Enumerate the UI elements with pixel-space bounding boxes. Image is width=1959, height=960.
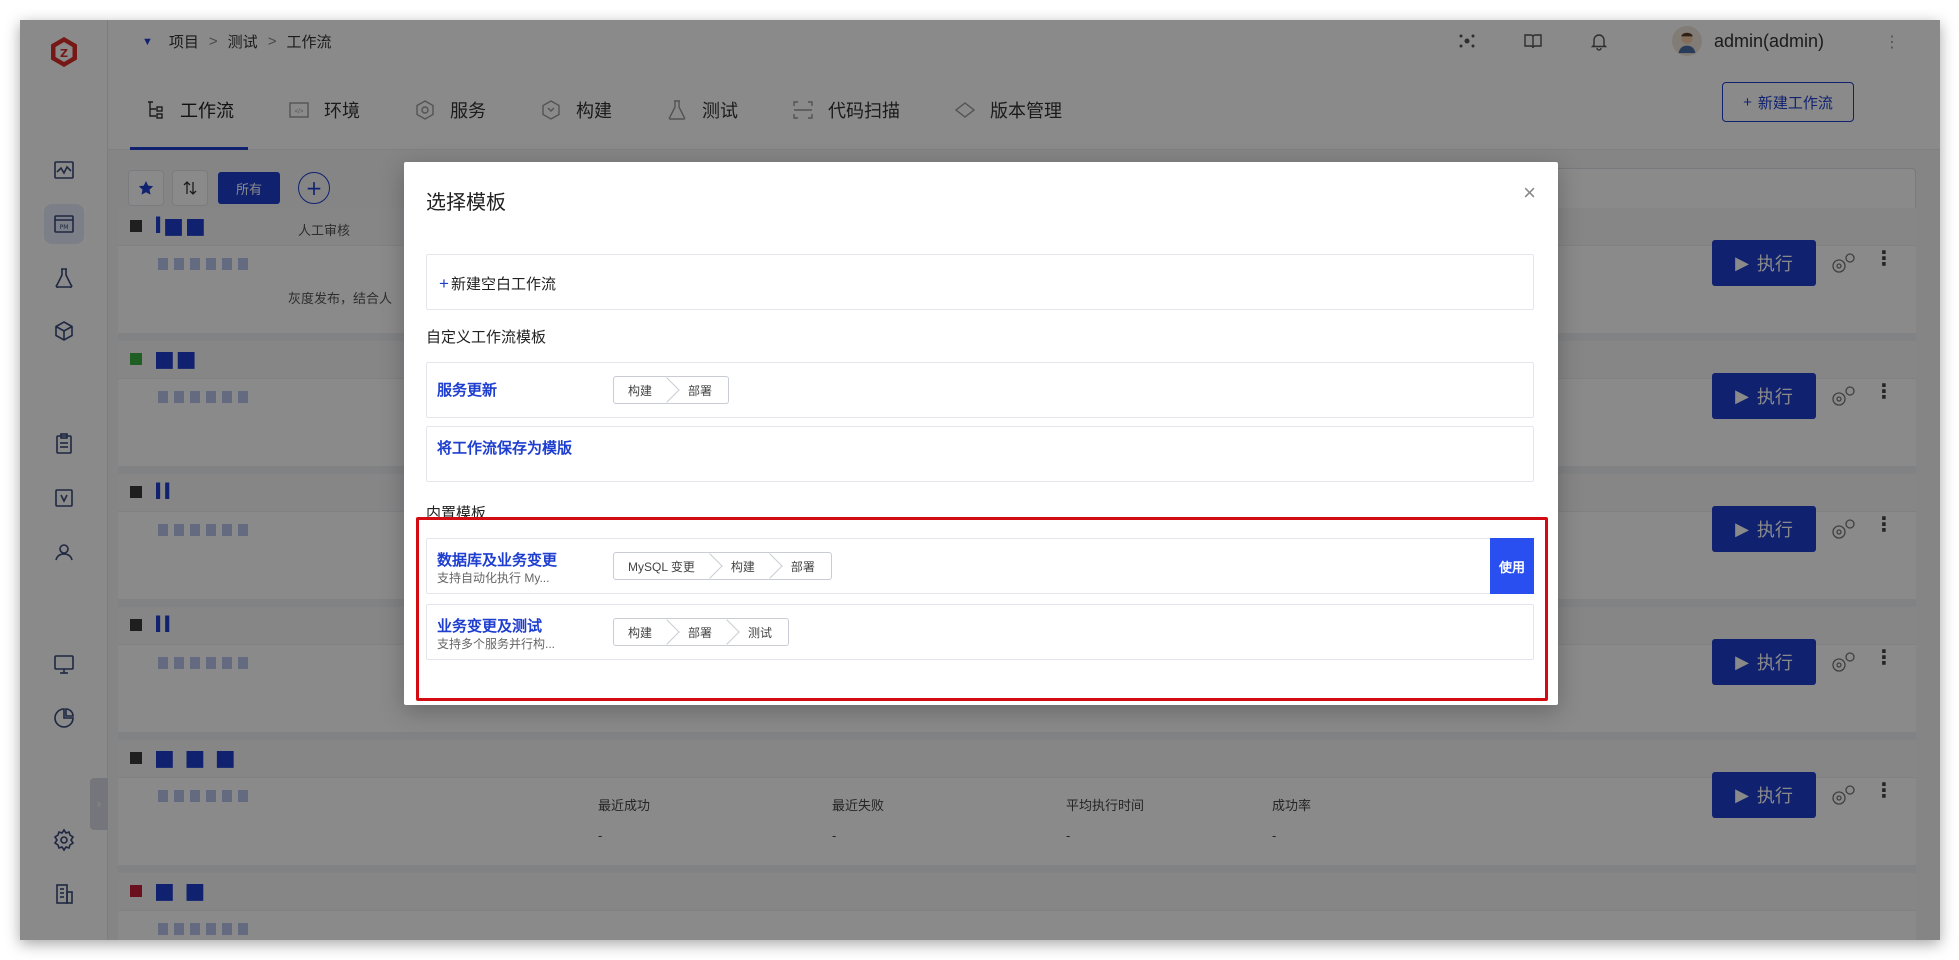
template-card-service-update[interactable]: 服务更新 构建 部署 <box>426 362 1534 418</box>
stage-chip: 构建 <box>614 377 668 403</box>
plus-icon: + <box>439 274 449 293</box>
template-stages: 构建 部署 <box>613 376 730 404</box>
template-title: 将工作流保存为模版 <box>437 440 573 457</box>
app-window: Z PM › ▼ 项目 > 测试 > 工作流 admin(admin) ⋮ 工作… <box>20 20 1940 940</box>
blank-workflow-label: 新建空白工作流 <box>450 276 556 293</box>
new-blank-workflow-card[interactable]: + 新建空白工作流 <box>426 254 1534 310</box>
highlight-box <box>416 517 1548 701</box>
custom-section-label: 自定义工作流模板 <box>426 329 547 346</box>
close-icon[interactable]: × <box>1523 180 1536 206</box>
save-as-template-card[interactable]: 将工作流保存为模版 <box>426 426 1534 482</box>
template-title: 服务更新 <box>437 382 498 399</box>
template-modal: 选择模板 × + 新建空白工作流 自定义工作流模板 服务更新 构建 部署 将工作流… <box>404 162 1558 705</box>
modal-title: 选择模板 <box>426 192 506 214</box>
